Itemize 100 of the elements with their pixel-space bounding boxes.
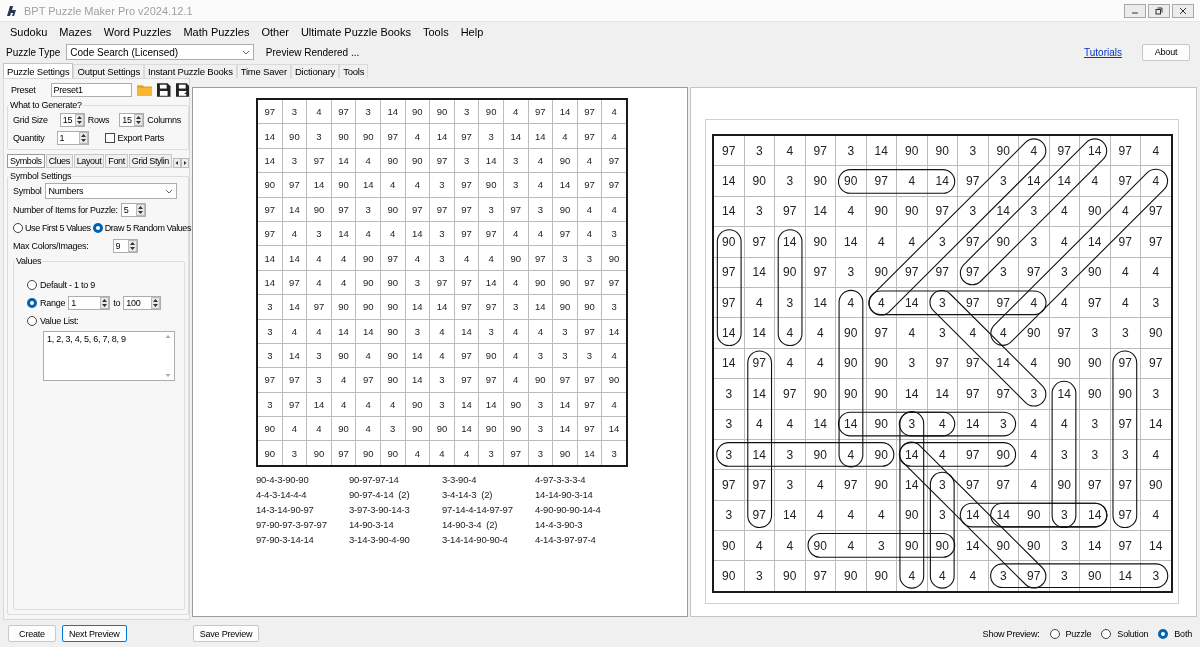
grid-cell: 14 — [454, 417, 479, 441]
grid-cell: 97 — [577, 417, 602, 441]
tab[interactable]: Font — [105, 154, 128, 168]
tab-scroll-arrows-icon[interactable] — [172, 158, 189, 168]
menu-item[interactable]: Math Puzzles — [177, 26, 256, 38]
value-list-field[interactable]: 1, 2, 3, 4, 5, 6, 7, 8, 9 — [43, 331, 175, 381]
menu-item[interactable]: Word Puzzles — [97, 26, 178, 38]
grid-cell: 97 — [602, 270, 626, 295]
grid-cell: 3 — [1019, 196, 1049, 227]
save-plus-icon[interactable] — [175, 82, 189, 97]
restore-icon[interactable] — [1148, 3, 1170, 18]
grid-cell: 97 — [1080, 287, 1110, 318]
radio-button[interactable] — [1101, 628, 1112, 639]
grid-cell: 4 — [1019, 439, 1049, 470]
grid-cell: 3 — [897, 348, 927, 379]
grid-cell: 14 — [405, 295, 430, 319]
preset-field[interactable]: Preset1 — [50, 82, 132, 97]
radio-button[interactable] — [1049, 628, 1060, 639]
save-icon[interactable] — [157, 82, 171, 97]
grid-cell: 97 — [258, 197, 282, 221]
number-spinner[interactable]: 15 — [59, 112, 85, 127]
tab[interactable]: Puzzle Settings — [3, 63, 74, 78]
grid-cell: 4 — [744, 409, 774, 439]
spin-arrows-icon[interactable] — [74, 113, 84, 126]
tab[interactable]: Instant Puzzle Books — [143, 64, 237, 78]
menu-item[interactable]: Mazes — [53, 26, 98, 38]
menu-item[interactable]: Ultimate Puzzle Books — [294, 26, 417, 38]
grid-cell: 14 — [714, 348, 744, 379]
grid-cell: 97 — [1141, 348, 1171, 379]
checkbox[interactable] — [104, 132, 115, 143]
spin-arrows-icon[interactable] — [135, 203, 145, 216]
grid-cell: 3 — [577, 343, 602, 368]
symbol-select[interactable]: Numbers — [44, 183, 177, 199]
number-spinner[interactable]: 5 — [120, 202, 146, 217]
grid-cell: 90 — [405, 100, 430, 124]
group-title: What to Generate? — [9, 100, 83, 110]
grid-cell: 97 — [836, 470, 866, 500]
grid-cell: 3 — [479, 441, 503, 465]
puzzle-type-select[interactable]: Code Search (Licensed) — [66, 44, 255, 60]
grid-cell: 3 — [602, 441, 626, 465]
grid-cell: 4 — [1019, 470, 1049, 500]
radio-button[interactable] — [27, 279, 37, 290]
action-button[interactable]: Next Preview — [62, 625, 127, 642]
group-title: Symbol Settings — [9, 171, 73, 181]
number-spinner[interactable]: 100 — [123, 295, 162, 310]
tab[interactable]: Symbols — [7, 154, 45, 168]
close-icon[interactable] — [1172, 3, 1194, 18]
grid-cell: 97 — [454, 343, 479, 368]
grid-cell: 14 — [1080, 531, 1110, 561]
grid-cell: 4 — [331, 392, 356, 417]
action-button[interactable]: Create — [8, 625, 56, 642]
spin-arrows-icon[interactable] — [78, 131, 88, 144]
radio-button[interactable] — [27, 315, 37, 326]
radio-button[interactable] — [27, 297, 37, 308]
spin-arrows-icon[interactable] — [134, 113, 144, 126]
menu-item[interactable]: Help — [454, 26, 490, 38]
radio-button[interactable] — [13, 222, 23, 233]
grid-cell: 4 — [1141, 439, 1171, 470]
number-spinner[interactable]: 1 — [56, 130, 89, 145]
grid-cell: 90 — [331, 417, 356, 441]
radio-label: Value List: — [40, 315, 79, 326]
spin-arrows-icon[interactable] — [100, 296, 110, 309]
label: Preset — [11, 84, 36, 95]
save-preview-button[interactable]: Save Preview — [192, 625, 260, 642]
menu-item[interactable]: Tools — [416, 26, 455, 38]
tutorials-link[interactable]: Tutorials — [1084, 46, 1122, 58]
grid-cell: 97 — [805, 257, 835, 287]
tab[interactable]: Clues — [45, 154, 73, 168]
radio-button[interactable] — [1158, 628, 1169, 639]
grid-cell: 14 — [897, 379, 927, 409]
grid-cell: 90 — [602, 246, 626, 270]
tab[interactable]: Output Settings — [73, 64, 144, 78]
grid-cell: 90 — [866, 439, 896, 470]
tab[interactable]: Dictionary — [290, 64, 340, 78]
grid-cell: 97 — [958, 348, 988, 379]
grid-cell: 4 — [430, 319, 454, 343]
number-spinner[interactable]: 9 — [112, 238, 138, 253]
grid-cell: 97 — [602, 148, 626, 173]
about-button[interactable]: About — [1142, 43, 1190, 61]
grid-cell: 14 — [331, 148, 356, 173]
tab[interactable]: Layout — [73, 154, 105, 168]
grid-cell: 4 — [503, 319, 528, 343]
number-spinner[interactable]: 15 — [119, 112, 145, 127]
tab[interactable]: Grid Stylin — [128, 154, 172, 168]
grid-cell: 14 — [836, 227, 866, 257]
grid-cell: 97 — [958, 227, 988, 257]
tab[interactable]: Tools — [339, 64, 369, 78]
radio-button[interactable] — [92, 222, 103, 233]
scrollbar-icon[interactable] — [165, 334, 171, 378]
grid-cell: 14 — [553, 100, 577, 124]
number-spinner[interactable]: 1 — [68, 295, 111, 310]
spin-arrows-icon[interactable] — [151, 296, 161, 309]
grid-cell: 97 — [528, 100, 553, 124]
grid-cell: 14 — [988, 348, 1018, 379]
grid-cell: 90 — [479, 417, 503, 441]
menu-item[interactable]: Sudoku — [4, 26, 54, 38]
tab[interactable]: Time Saver — [236, 64, 291, 78]
grid-cell: 90 — [866, 470, 896, 500]
menu-item[interactable]: Other — [255, 26, 295, 38]
spin-arrows-icon[interactable] — [127, 239, 137, 252]
